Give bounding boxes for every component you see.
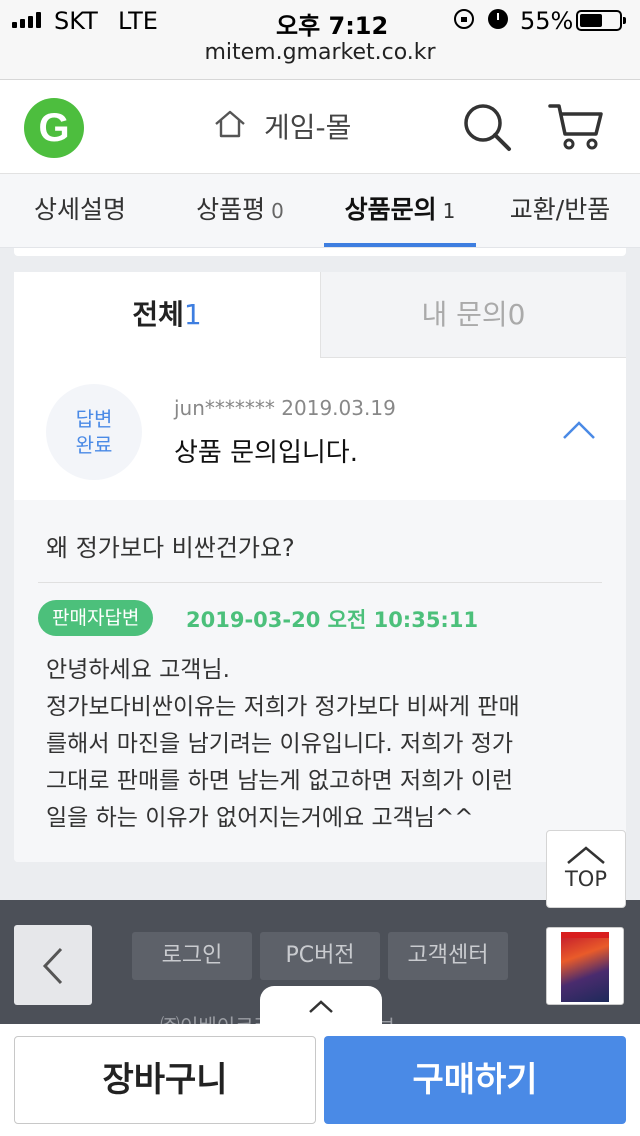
shop-title[interactable]: 게임-몰 [264, 106, 351, 146]
login-link[interactable]: 로그인 [132, 932, 252, 980]
pc-version-link[interactable]: PC버전 [260, 932, 380, 980]
question-title[interactable]: 상품 문의입니다. [174, 432, 358, 469]
carrier-label: SKT [54, 7, 98, 35]
back-button[interactable] [14, 925, 92, 1005]
answer-line: 를해서 마진을 남기려는 이유입니다. 저희가 정가 [46, 731, 514, 757]
product-cover-image [561, 932, 609, 1002]
url-text: mitem.gmarket.co.kr [204, 40, 436, 65]
purchase-bar: 장바구니 구매하기 [0, 1024, 640, 1136]
network-label: LTE [118, 7, 158, 35]
rotation-lock-icon [454, 9, 474, 29]
battery-percent: 55% [520, 7, 574, 35]
signal-icon [12, 12, 41, 28]
home-icon[interactable] [214, 110, 246, 138]
search-icon[interactable] [462, 102, 512, 152]
status-bar: SKT LTE 오후 7:12 55% [0, 0, 640, 40]
answer-text: 안녕하세요 고객님. 정가보다비싼이유는 저희가 정가보다 비싸게 판매 를해서… [46, 652, 606, 837]
buy-now-button[interactable]: 구매하기 [324, 1036, 626, 1124]
chevron-up-icon [567, 846, 605, 864]
url-bar[interactable]: mitem.gmarket.co.kr [0, 40, 640, 80]
chevron-up-icon[interactable] [562, 420, 596, 440]
gmarket-logo[interactable]: G [24, 98, 84, 158]
add-to-cart-button[interactable]: 장바구니 [14, 1036, 316, 1124]
question-date: 2019.03.19 [281, 396, 396, 420]
answer-line: 안녕하세요 고객님. [46, 657, 230, 683]
tab-reviews[interactable]: 상품평 0 [160, 174, 320, 247]
divider [38, 582, 602, 583]
chevron-left-icon [42, 947, 63, 985]
seller-answer-badge: 판매자답변 [38, 600, 154, 636]
tab-qna[interactable]: 상품문의 1 [320, 174, 480, 247]
question-author: jun******* [174, 396, 275, 420]
subtab-my-questions[interactable]: 내 문의0 [320, 272, 626, 358]
question-meta: jun******* 2019.03.19 [174, 396, 396, 420]
product-thumbnail[interactable] [546, 927, 624, 1005]
cart-icon[interactable] [548, 100, 604, 156]
top-label: TOP [564, 867, 608, 891]
scroll-top-button[interactable]: TOP [546, 830, 626, 908]
answered-badge: 답변 완료 [46, 384, 142, 480]
clock: 오후 7:12 [276, 12, 389, 40]
site-header: G 게임-몰 [0, 80, 640, 174]
previous-card-edge [14, 248, 626, 256]
tab-exchange-return[interactable]: 교환/반품 [480, 174, 640, 247]
customer-center-link[interactable]: 고객센터 [388, 932, 508, 980]
alarm-icon [488, 9, 508, 29]
product-tabs: 상세설명 상품평 0 상품문의 1 교환/반품 [0, 174, 640, 248]
answer-line: 일을 하는 이유가 없어지는거에요 고객님^^ [46, 805, 474, 831]
qna-subtabs: 전체1 내 문의0 [14, 272, 626, 358]
question-body: 왜 정가보다 비싼건가요? 판매자답변 2019-03-20 오전 10:35:… [14, 500, 626, 862]
answer-datetime: 2019-03-20 오전 10:35:11 [186, 608, 479, 632]
subtab-all[interactable]: 전체1 [14, 272, 320, 358]
battery-icon [576, 10, 626, 31]
answer-line: 그대로 판매를 하면 남는게 없고하면 저희가 이런 [46, 768, 514, 794]
tab-detail[interactable]: 상세설명 [0, 174, 160, 247]
chevron-up-icon [309, 1000, 333, 1013]
qna-card: 전체1 내 문의0 답변 완료 jun******* 2019.03.19 상품… [14, 272, 626, 862]
answer-line: 정가보다비싼이유는 저희가 정가보다 비싸게 판매 [46, 694, 520, 720]
question-text: 왜 정가보다 비싼건가요? [46, 534, 295, 562]
